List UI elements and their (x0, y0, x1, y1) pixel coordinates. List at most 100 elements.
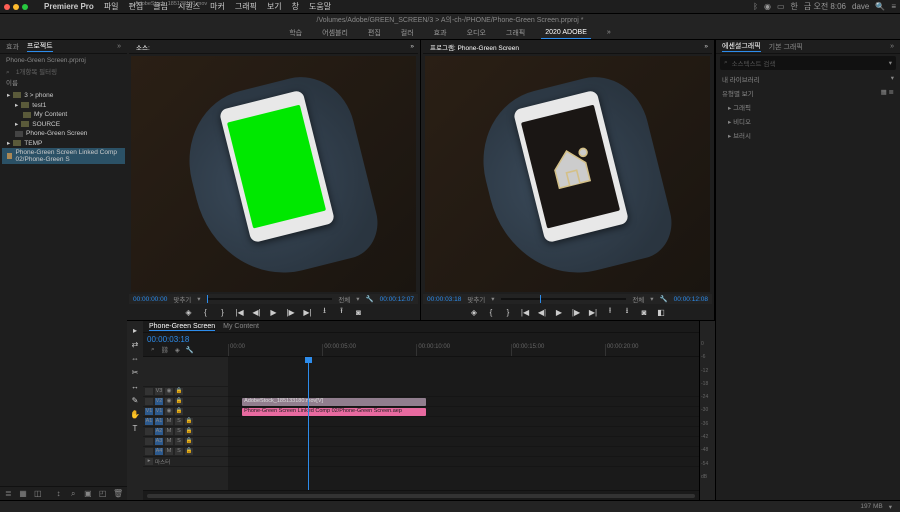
link-icon[interactable]: ⛓ (161, 346, 169, 354)
source-viewer[interactable] (131, 56, 416, 292)
tab-project[interactable]: 프로젝트 (27, 41, 53, 52)
menu-window[interactable]: 창 (292, 1, 299, 12)
play-icon[interactable]: ▶ (269, 307, 279, 317)
ws-custom[interactable]: 2020 ADOBE (541, 27, 591, 39)
status-menu-icon[interactable]: ▾ (889, 503, 892, 511)
timeline-zoom-scrollbar[interactable] (147, 494, 695, 498)
window-controls[interactable] (4, 4, 28, 10)
insert-icon[interactable]: ⭳ (320, 307, 330, 317)
search-icon[interactable]: 🔍 (875, 2, 885, 11)
ws-learning[interactable]: 학습 (285, 26, 306, 40)
tab-basic-graphics[interactable]: 기본 그래픽 (769, 42, 803, 52)
timeline-seq-tab[interactable]: Phone-Green Screen (149, 323, 215, 331)
type-tool-icon[interactable]: T (130, 423, 140, 433)
extract-icon[interactable]: ⭳ (622, 307, 632, 317)
in-icon[interactable]: { (201, 307, 211, 317)
marker-icon[interactable]: ◈ (184, 307, 194, 317)
tab-source[interactable]: 소스: (133, 40, 153, 54)
menu-view[interactable]: 보기 (267, 1, 282, 12)
new-item-icon[interactable]: ◰ (98, 489, 107, 499)
freeform-view-icon[interactable]: ◫ (33, 489, 42, 499)
clip-ae-link[interactable]: Phone-Green Screen Linked Comp 02/Phone-… (242, 408, 426, 416)
tab-program[interactable]: 프로그램: Phone-Green Screen (427, 40, 522, 54)
hand-tool-icon[interactable]: ✋ (130, 409, 140, 419)
marker-icon[interactable]: ◈ (175, 346, 180, 354)
step-back-icon[interactable]: ◀| (537, 307, 547, 317)
panel-menu-icon[interactable]: » (410, 43, 414, 50)
source-tc-in[interactable]: 00:00:00:00 (133, 296, 167, 303)
grid-view-icon[interactable]: ▦ (881, 89, 887, 96)
menu-file[interactable]: 파일 (104, 1, 119, 12)
menu-marker[interactable]: 마커 (210, 1, 225, 12)
filter-brushes[interactable]: ▸ 브러시 (716, 128, 900, 142)
timeline-ruler[interactable]: 00:00 00:00:05:00 00:00:10:00 00:00:15:0… (228, 344, 699, 356)
sort-icon[interactable]: ↕ (54, 489, 63, 499)
panel-menu-icon[interactable]: » (704, 43, 708, 50)
wrench-icon[interactable]: 🔧 (366, 295, 374, 303)
out-icon[interactable]: } (503, 307, 513, 317)
col-name[interactable]: 이름 (6, 77, 18, 87)
program-viewer[interactable] (425, 56, 710, 292)
source-fit[interactable]: 맞추기 (173, 294, 191, 304)
filter-video[interactable]: ▸ 비디오 (716, 114, 900, 128)
lift-icon[interactable]: ⭱ (605, 307, 615, 317)
filter-graphics[interactable]: ▸ 그래픽 (716, 100, 900, 114)
pen-tool-icon[interactable]: ✎ (130, 395, 140, 405)
list-view-icon[interactable]: ≣ (4, 489, 13, 499)
menu-icon[interactable]: ≡ (891, 2, 896, 11)
program-fit[interactable]: 맞추기 (467, 294, 485, 304)
graphics-search[interactable]: ⌕ 소스텍스트 검색 ▾ (720, 56, 896, 70)
new-bin-icon[interactable]: ▣ (84, 489, 93, 499)
project-tree[interactable]: ▸3 > phone ▸test1 My Content ▸SOURCE Pho… (0, 88, 127, 486)
step-back-icon[interactable]: ◀| (252, 307, 262, 317)
panel-menu-icon[interactable]: » (890, 43, 894, 50)
program-res[interactable]: 전체 (632, 294, 644, 304)
overwrite-icon[interactable]: ⭱ (337, 307, 347, 317)
export-frame-icon[interactable]: ◙ (639, 307, 649, 317)
out-icon[interactable]: } (218, 307, 228, 317)
timeline-timecode[interactable]: 00:00:03:18 (147, 335, 224, 344)
wrench-icon[interactable]: 🔧 (186, 346, 194, 354)
source-res[interactable]: 전체 (338, 294, 350, 304)
razor-tool-icon[interactable]: ✂ (130, 367, 140, 377)
track-select-tool-icon[interactable]: ⇄ (130, 339, 140, 349)
tab-essential-graphics[interactable]: 에센셜그래픽 (722, 41, 761, 52)
source-scrub-bar[interactable] (207, 298, 333, 300)
tab-effects[interactable]: 효과 (6, 42, 19, 52)
comparison-icon[interactable]: ◧ (656, 307, 666, 317)
export-frame-icon[interactable]: ◙ (354, 307, 364, 317)
trash-icon[interactable]: 🗑 (113, 489, 123, 499)
timeline-seq-tab2[interactable]: My Content (223, 323, 259, 330)
timeline-lanes[interactable]: AdobeStock_185133180.mov[V] Phone-Green … (228, 357, 699, 490)
ws-editing[interactable]: 편집 (364, 26, 385, 40)
play-icon[interactable]: ▶ (554, 307, 564, 317)
browse-dropdown[interactable]: 내 라이브러리▾ (716, 72, 900, 86)
panel-menu-icon[interactable]: » (117, 43, 121, 50)
ws-graphics[interactable]: 그래픽 (502, 26, 529, 40)
playhead[interactable] (308, 357, 309, 490)
program-tc-in[interactable]: 00:00:03:18 (427, 296, 461, 303)
type-filter-header[interactable]: 유형별 보기 ▦ ≣ (716, 86, 900, 100)
marker-icon[interactable]: ◈ (469, 307, 479, 317)
in-icon[interactable]: { (486, 307, 496, 317)
find-icon[interactable]: ⌕ (69, 489, 78, 499)
program-scrub-bar[interactable] (501, 298, 627, 300)
wrench-icon[interactable]: 🔧 (660, 295, 668, 303)
ws-effects[interactable]: 효과 (430, 26, 451, 40)
ws-color[interactable]: 컬러 (397, 26, 418, 40)
menu-graphics[interactable]: 그래픽 (235, 1, 257, 12)
list-view-icon[interactable]: ≣ (889, 89, 894, 96)
ws-overflow[interactable]: » (603, 27, 615, 38)
step-fwd-icon[interactable]: |▶ (571, 307, 581, 317)
step-fwd-icon[interactable]: |▶ (286, 307, 296, 317)
source-clip-name[interactable]: AdobeStock_185133180.mov (133, 1, 209, 9)
goto-out-icon[interactable]: ▶| (303, 307, 313, 317)
selection-tool-icon[interactable]: ▸ (130, 325, 140, 335)
slip-tool-icon[interactable]: ↔ (130, 381, 140, 391)
icon-view-icon[interactable]: ▦ (19, 489, 28, 499)
menu-help[interactable]: 도움말 (309, 1, 331, 12)
ws-assembly[interactable]: 어셈블리 (318, 26, 352, 40)
goto-out-icon[interactable]: ▶| (588, 307, 598, 317)
goto-in-icon[interactable]: |◀ (520, 307, 530, 317)
clip-v1[interactable]: AdobeStock_185133180.mov[V] (242, 398, 426, 406)
